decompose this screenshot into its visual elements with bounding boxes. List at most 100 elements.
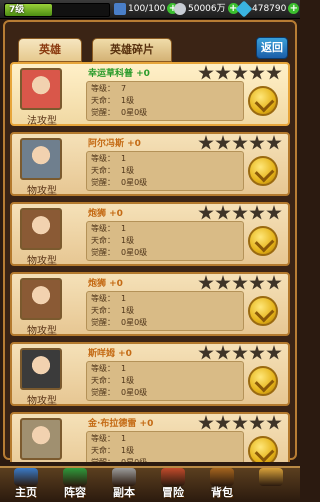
star-icon bbox=[215, 205, 231, 220]
hero-type: 物攻型 bbox=[27, 186, 57, 197]
hero-awaken: 0星0级 bbox=[121, 318, 148, 327]
star-icon bbox=[198, 65, 214, 80]
star-icon bbox=[215, 65, 231, 80]
nav-item[interactable]: 副本 bbox=[102, 468, 146, 500]
hero-awaken: 0星0级 bbox=[121, 457, 147, 462]
hero-stars bbox=[198, 275, 288, 291]
hero-card[interactable]: 物攻型 炮狮 +0 等级： 1 天命： 1级 觉醒： 0星0级 bbox=[10, 272, 290, 337]
nav-label: 冒险 bbox=[162, 486, 184, 499]
hero-fate: 1级 bbox=[121, 306, 135, 315]
hero-stars bbox=[198, 205, 288, 221]
hero-stars bbox=[198, 135, 288, 151]
star-icon bbox=[266, 65, 282, 80]
hero-stats: 等级： 1 天命： 1级觉醒： 0星0级 bbox=[86, 151, 244, 191]
hero-card[interactable]: 物攻型 阿尔冯斯 +0 等级： 1 天命： 1级 觉醒： 0星0级 bbox=[10, 132, 290, 197]
nav-item[interactable] bbox=[249, 468, 293, 500]
hero-portrait bbox=[20, 208, 62, 250]
awaken-label: 觉醒： bbox=[91, 388, 115, 397]
hero-stats: 等级： 1 天命： 1级觉醒： 0星0级 bbox=[86, 361, 244, 401]
hero-stars bbox=[198, 65, 288, 81]
star-icon bbox=[232, 345, 248, 360]
add-gold-button[interactable]: + bbox=[288, 3, 300, 14]
star-icon bbox=[266, 135, 282, 150]
hero-awaken: 0星0级 bbox=[121, 248, 148, 257]
fate-label: 天命： bbox=[91, 446, 115, 455]
star-icon bbox=[266, 415, 282, 430]
hero-level: 1 bbox=[121, 154, 127, 163]
hero-level: 1 bbox=[121, 224, 127, 233]
star-icon bbox=[232, 415, 248, 430]
star-icon bbox=[198, 135, 214, 150]
hero-level: 1 bbox=[121, 434, 127, 443]
nav-item[interactable]: 冒险 bbox=[151, 468, 195, 500]
hero-fate: 1级 bbox=[121, 166, 135, 175]
star-icon bbox=[215, 345, 231, 360]
star-icon bbox=[198, 415, 214, 430]
hero-portrait bbox=[20, 348, 62, 390]
hero-card[interactable]: 物攻型 炮狮 +0 等级： 1 天命： 1级 觉醒： 0星0级 bbox=[10, 202, 290, 267]
nav-item[interactable]: 背包 bbox=[200, 468, 244, 500]
hero-level: 1 bbox=[121, 294, 127, 303]
star-icon bbox=[249, 345, 265, 360]
upgrade-medal-icon[interactable] bbox=[248, 226, 278, 256]
hero-awaken: 0星0级 bbox=[121, 178, 148, 187]
hero-portrait bbox=[20, 68, 62, 110]
nav-label: 副本 bbox=[113, 486, 135, 499]
hero-card[interactable]: 法攻型 幸运草科普 +0 等级： 7 天命： 1级 觉醒： 0星0级 bbox=[10, 62, 290, 127]
star-icon bbox=[249, 205, 265, 220]
hero-stats: 等级： 7 天命： 1级 觉醒： 0星0级 bbox=[86, 81, 244, 121]
hero-portrait bbox=[20, 138, 62, 180]
back-button[interactable]: 返回 bbox=[256, 37, 288, 59]
level-label: 7级 bbox=[9, 5, 25, 15]
star-icon bbox=[232, 65, 248, 80]
awaken-label: 觉醒： bbox=[91, 318, 115, 327]
nav-label: 背包 bbox=[211, 486, 233, 499]
nav-item[interactable]: 阵容 bbox=[53, 468, 97, 500]
hero-card[interactable]: 物攻型 斯咩姆 +0 等级： 1 天命： 1级 觉醒： 0星0级 bbox=[10, 342, 290, 407]
upgrade-medal-icon[interactable] bbox=[248, 86, 278, 116]
star-icon bbox=[266, 205, 282, 220]
fate-label: 天命： bbox=[91, 236, 115, 245]
upgrade-medal-icon[interactable] bbox=[248, 366, 278, 396]
tab-heroes[interactable]: 英雄 bbox=[18, 38, 82, 62]
silver-counter: 50006万 + bbox=[174, 2, 239, 16]
hero-awaken: 0星0级 bbox=[121, 388, 148, 397]
level-label: 等级： bbox=[91, 84, 115, 93]
upgrade-medal-icon[interactable] bbox=[248, 436, 278, 462]
hero-fate: 1级 bbox=[121, 446, 135, 455]
star-icon bbox=[266, 345, 282, 360]
hero-level: 1 bbox=[121, 364, 127, 373]
hero-name: 炮狮 +0 bbox=[88, 209, 123, 219]
fate-label: 天命： bbox=[91, 376, 115, 385]
nav-item[interactable]: 主页 bbox=[4, 468, 48, 500]
star-icon bbox=[249, 65, 265, 80]
hero-name: 斯咩姆 +0 bbox=[88, 349, 132, 359]
scroll-icon bbox=[259, 468, 283, 486]
hero-list[interactable]: 法攻型 幸运草科普 +0 等级： 7 天命： 1级 觉醒： 0星0级 物攻型 阿尔冯斯 +0 等级：… bbox=[8, 62, 292, 462]
stamina-counter: 100/100 + bbox=[114, 2, 179, 16]
star-icon bbox=[198, 275, 214, 290]
star-icon bbox=[232, 275, 248, 290]
tab-hero-fragments[interactable]: 英雄碎片 bbox=[92, 38, 172, 62]
hero-name: 金·布拉德雷 +0 bbox=[88, 419, 154, 429]
star-icon bbox=[249, 135, 265, 150]
gold-counter: 478790 + bbox=[235, 0, 300, 17]
awaken-label: 觉醒： bbox=[91, 248, 115, 257]
level-bar: 7级 bbox=[4, 3, 110, 17]
nav-label: 主页 bbox=[15, 486, 37, 499]
hero-stats: 等级： 1 天命： 1级觉醒： 0星0级 bbox=[86, 221, 244, 261]
hero-name: 幸运草科普 +0 bbox=[88, 69, 150, 79]
star-icon bbox=[232, 205, 248, 220]
hero-card[interactable]: 物攻型金·布拉德雷 +0等级：1天命：1级觉醒：0星0级 bbox=[10, 412, 290, 462]
star-icon bbox=[215, 415, 231, 430]
hero-level: 7 bbox=[121, 84, 127, 93]
level-label: 等级： bbox=[91, 434, 115, 443]
fate-label: 天命： bbox=[91, 96, 115, 105]
star-icon bbox=[198, 205, 214, 220]
hero-type: 物攻型 bbox=[27, 396, 57, 407]
diamond-icon bbox=[235, 0, 253, 17]
hero-fate: 1级 bbox=[121, 96, 135, 105]
hero-stats: 等级： 1 天命： 1级觉醒： 0星0级 bbox=[86, 431, 244, 462]
upgrade-medal-icon[interactable] bbox=[248, 156, 278, 186]
upgrade-medal-icon[interactable] bbox=[248, 296, 278, 326]
